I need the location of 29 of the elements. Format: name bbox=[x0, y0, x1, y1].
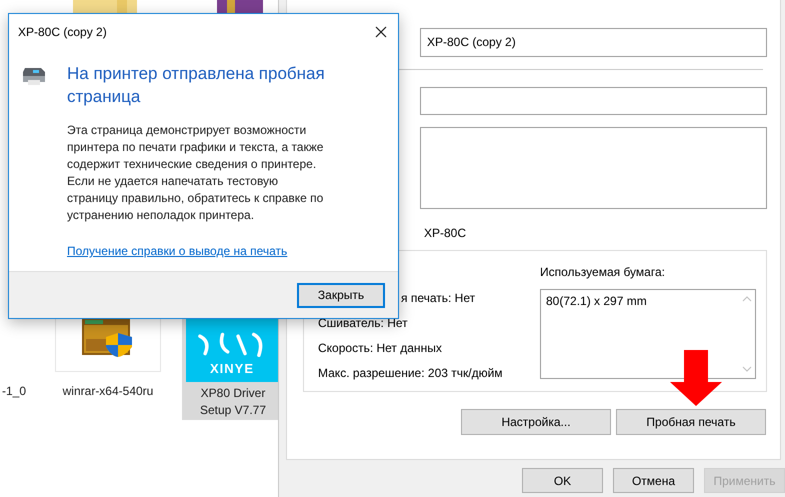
comment-field[interactable] bbox=[420, 127, 767, 209]
scroll-down-icon[interactable] bbox=[742, 366, 752, 372]
desktop-icon-label[interactable]: -1_0 bbox=[2, 384, 26, 398]
footer-button[interactable]: OK bbox=[522, 468, 603, 493]
dialog-button[interactable]: Настройка... bbox=[461, 409, 611, 435]
help-link[interactable]: Получение справки о выводе на печать bbox=[67, 244, 288, 258]
feature-text: Скорость: Нет данных bbox=[318, 340, 442, 357]
location-field[interactable] bbox=[420, 87, 767, 115]
printer-name-field[interactable]: XP-80C (copy 2) bbox=[420, 28, 767, 57]
dialog-heading: На принтер отправлена пробная страница bbox=[67, 63, 326, 108]
dialog-message: Эта страница демонстрирует возможности принтера по печати графики и текста, а также содержит технические сведения о принтере. Если не удается напечатать тестовую страницу правильно, обратитесь к справке по устранению неполадок принтера. bbox=[67, 122, 324, 224]
printer-icon bbox=[20, 66, 48, 86]
app-logo: XINYE bbox=[186, 318, 278, 382]
down-arrow bbox=[670, 350, 722, 406]
close-button[interactable]: Закрыть bbox=[297, 282, 385, 308]
close-icon[interactable] bbox=[375, 26, 387, 38]
dialog-button[interactable]: Пробная печать bbox=[616, 409, 766, 435]
paper-list-item[interactable]: 80(72.1) x 297 mm bbox=[546, 294, 733, 308]
model-name: XP-80C bbox=[424, 226, 468, 242]
feature-text: Макс. разрешение: 203 тчк/дюйм bbox=[318, 365, 503, 382]
desktop-icon[interactable]: XINYE XP80 Driver Setup V7.77 bbox=[182, 318, 278, 420]
file-name[interactable]: winrar-x64-540ru bbox=[62, 384, 154, 398]
dialog-title: XP-80C (copy 2) bbox=[18, 24, 107, 38]
paper-label: Используемая бумага: bbox=[540, 265, 666, 281]
paper-list[interactable]: 80(72.1) x 297 mm bbox=[540, 289, 756, 379]
footer-button[interactable]: Отмена bbox=[613, 468, 694, 493]
feature-text: Сшиватель: Нет bbox=[318, 315, 408, 332]
scroll-up-icon[interactable] bbox=[742, 296, 752, 302]
feature-text: я печать: Нет bbox=[401, 290, 476, 307]
